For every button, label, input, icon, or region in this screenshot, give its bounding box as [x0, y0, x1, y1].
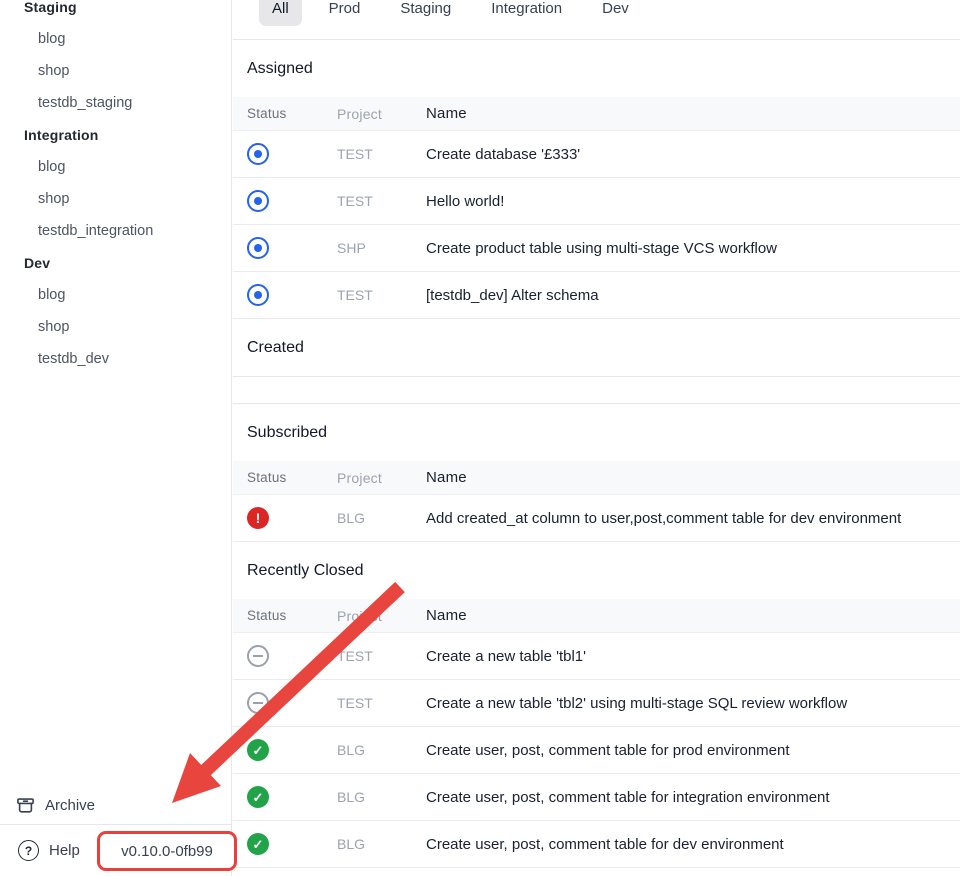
environment-tab-bar: All Prod Staging Integration Dev	[233, 0, 960, 40]
tab-all[interactable]: All	[259, 0, 302, 26]
issue-name: Create user, post, comment table for int…	[426, 789, 960, 806]
sidebar-group-label: Dev	[0, 247, 231, 279]
issue-project: BLG	[337, 510, 426, 526]
issue-row[interactable]: TEST Create a new table 'tbl2' using mul…	[233, 680, 960, 727]
sidebar-item-archive[interactable]: Archive	[0, 786, 232, 824]
sidebar-bottom: Archive ? Help v0.10.0-0fb99	[0, 786, 232, 876]
section: Assigned Status Project Name TEST Create…	[233, 40, 960, 319]
issue-row[interactable]: TEST Create database '£333'	[233, 131, 960, 178]
sidebar-item-database[interactable]: testdb_integration	[0, 215, 231, 247]
issue-row[interactable]: SHP Create product table using multi-sta…	[233, 225, 960, 272]
issue-row[interactable]: BLG Create user, post, comment table for…	[233, 821, 960, 868]
tab-staging[interactable]: Staging	[387, 0, 464, 26]
column-header-name: Name	[426, 607, 960, 624]
column-header-project: Project	[337, 470, 426, 486]
section: Recently Closed Status Project Name TEST…	[233, 542, 960, 868]
status-open-icon	[247, 143, 269, 165]
version-badge: v0.10.0-0fb99	[97, 831, 237, 871]
sidebar-group-label: Integration	[0, 119, 231, 151]
issue-project: TEST	[337, 193, 426, 209]
empty-table	[233, 376, 960, 404]
database-tree: Stagingblogshoptestdb_stagingIntegration…	[0, 0, 231, 375]
issue-name: [testdb_dev] Alter schema	[426, 287, 960, 304]
table-header-row: Status Project Name	[233, 97, 960, 131]
issue-project: TEST	[337, 695, 426, 711]
issue-row[interactable]: TEST [testdb_dev] Alter schema	[233, 272, 960, 319]
sidebar-item-database[interactable]: blog	[0, 279, 231, 311]
status-done-icon	[247, 739, 269, 761]
issue-row[interactable]: TEST Hello world!	[233, 178, 960, 225]
status-canceled-icon	[247, 645, 269, 667]
column-header-name: Name	[426, 469, 960, 486]
issue-project: BLG	[337, 742, 426, 758]
issue-project: BLG	[337, 836, 426, 852]
issue-name: Create user, post, comment table for dev…	[426, 836, 960, 853]
sidebar: Stagingblogshoptestdb_stagingIntegration…	[0, 0, 232, 876]
tab-prod[interactable]: Prod	[316, 0, 374, 26]
issue-name: Create a new table 'tbl2' using multi-st…	[426, 695, 960, 712]
issue-project: BLG	[337, 789, 426, 805]
section-title: Recently Closed	[233, 542, 960, 599]
sidebar-item-database[interactable]: shop	[0, 311, 231, 343]
status-open-icon	[247, 237, 269, 259]
archive-label: Archive	[45, 797, 95, 814]
issue-name: Add created_at column to user,post,comme…	[426, 510, 960, 527]
sidebar-group-label: Staging	[0, 0, 231, 23]
column-header-status: Status	[247, 608, 337, 623]
status-attention-icon	[247, 507, 269, 529]
status-done-icon	[247, 786, 269, 808]
issue-name: Create database '£333'	[426, 146, 960, 163]
column-header-name: Name	[426, 105, 960, 122]
help-icon: ?	[18, 840, 39, 861]
sidebar-item-help[interactable]: ? Help v0.10.0-0fb99	[0, 824, 232, 876]
issue-sections: Assigned Status Project Name TEST Create…	[233, 40, 960, 868]
status-done-icon	[247, 833, 269, 855]
column-header-project: Project	[337, 608, 426, 624]
issue-name: Create user, post, comment table for pro…	[426, 742, 960, 759]
table-header-row: Status Project Name	[233, 461, 960, 495]
table-header-row: Status Project Name	[233, 599, 960, 633]
tab-dev[interactable]: Dev	[589, 0, 642, 26]
status-canceled-icon	[247, 692, 269, 714]
issue-name: Create a new table 'tbl1'	[426, 648, 960, 665]
main-content: All Prod Staging Integration Dev Assigned St…	[233, 0, 960, 876]
section-title: Created	[233, 319, 960, 376]
column-header-project: Project	[337, 106, 426, 122]
sidebar-item-database[interactable]: shop	[0, 183, 231, 215]
issue-row[interactable]: TEST Create a new table 'tbl1'	[233, 633, 960, 680]
section: Created	[233, 319, 960, 404]
help-label: Help	[49, 842, 80, 859]
tab-integration[interactable]: Integration	[478, 0, 575, 26]
section-title: Assigned	[233, 40, 960, 97]
issue-name: Create product table using multi-stage V…	[426, 240, 960, 257]
sidebar-item-database[interactable]: blog	[0, 151, 231, 183]
issue-project: TEST	[337, 287, 426, 303]
column-header-status: Status	[247, 106, 337, 121]
issue-project: SHP	[337, 240, 426, 256]
issue-row[interactable]: BLG Create user, post, comment table for…	[233, 774, 960, 821]
status-open-icon	[247, 190, 269, 212]
issue-row[interactable]: BLG Create user, post, comment table for…	[233, 727, 960, 774]
section-title: Subscribed	[233, 404, 960, 461]
issue-row[interactable]: BLG Add created_at column to user,post,c…	[233, 495, 960, 542]
issue-project: TEST	[337, 648, 426, 664]
sidebar-item-database[interactable]: shop	[0, 55, 231, 87]
sidebar-item-database[interactable]: testdb_staging	[0, 87, 231, 119]
status-open-icon	[247, 284, 269, 306]
app-window: Stagingblogshoptestdb_stagingIntegration…	[0, 0, 960, 876]
issue-project: TEST	[337, 146, 426, 162]
archive-icon	[16, 796, 35, 815]
issue-name: Hello world!	[426, 193, 960, 210]
column-header-status: Status	[247, 470, 337, 485]
sidebar-item-database[interactable]: blog	[0, 23, 231, 55]
sidebar-item-database[interactable]: testdb_dev	[0, 343, 231, 375]
section: Subscribed Status Project Name BLG Add c…	[233, 404, 960, 542]
